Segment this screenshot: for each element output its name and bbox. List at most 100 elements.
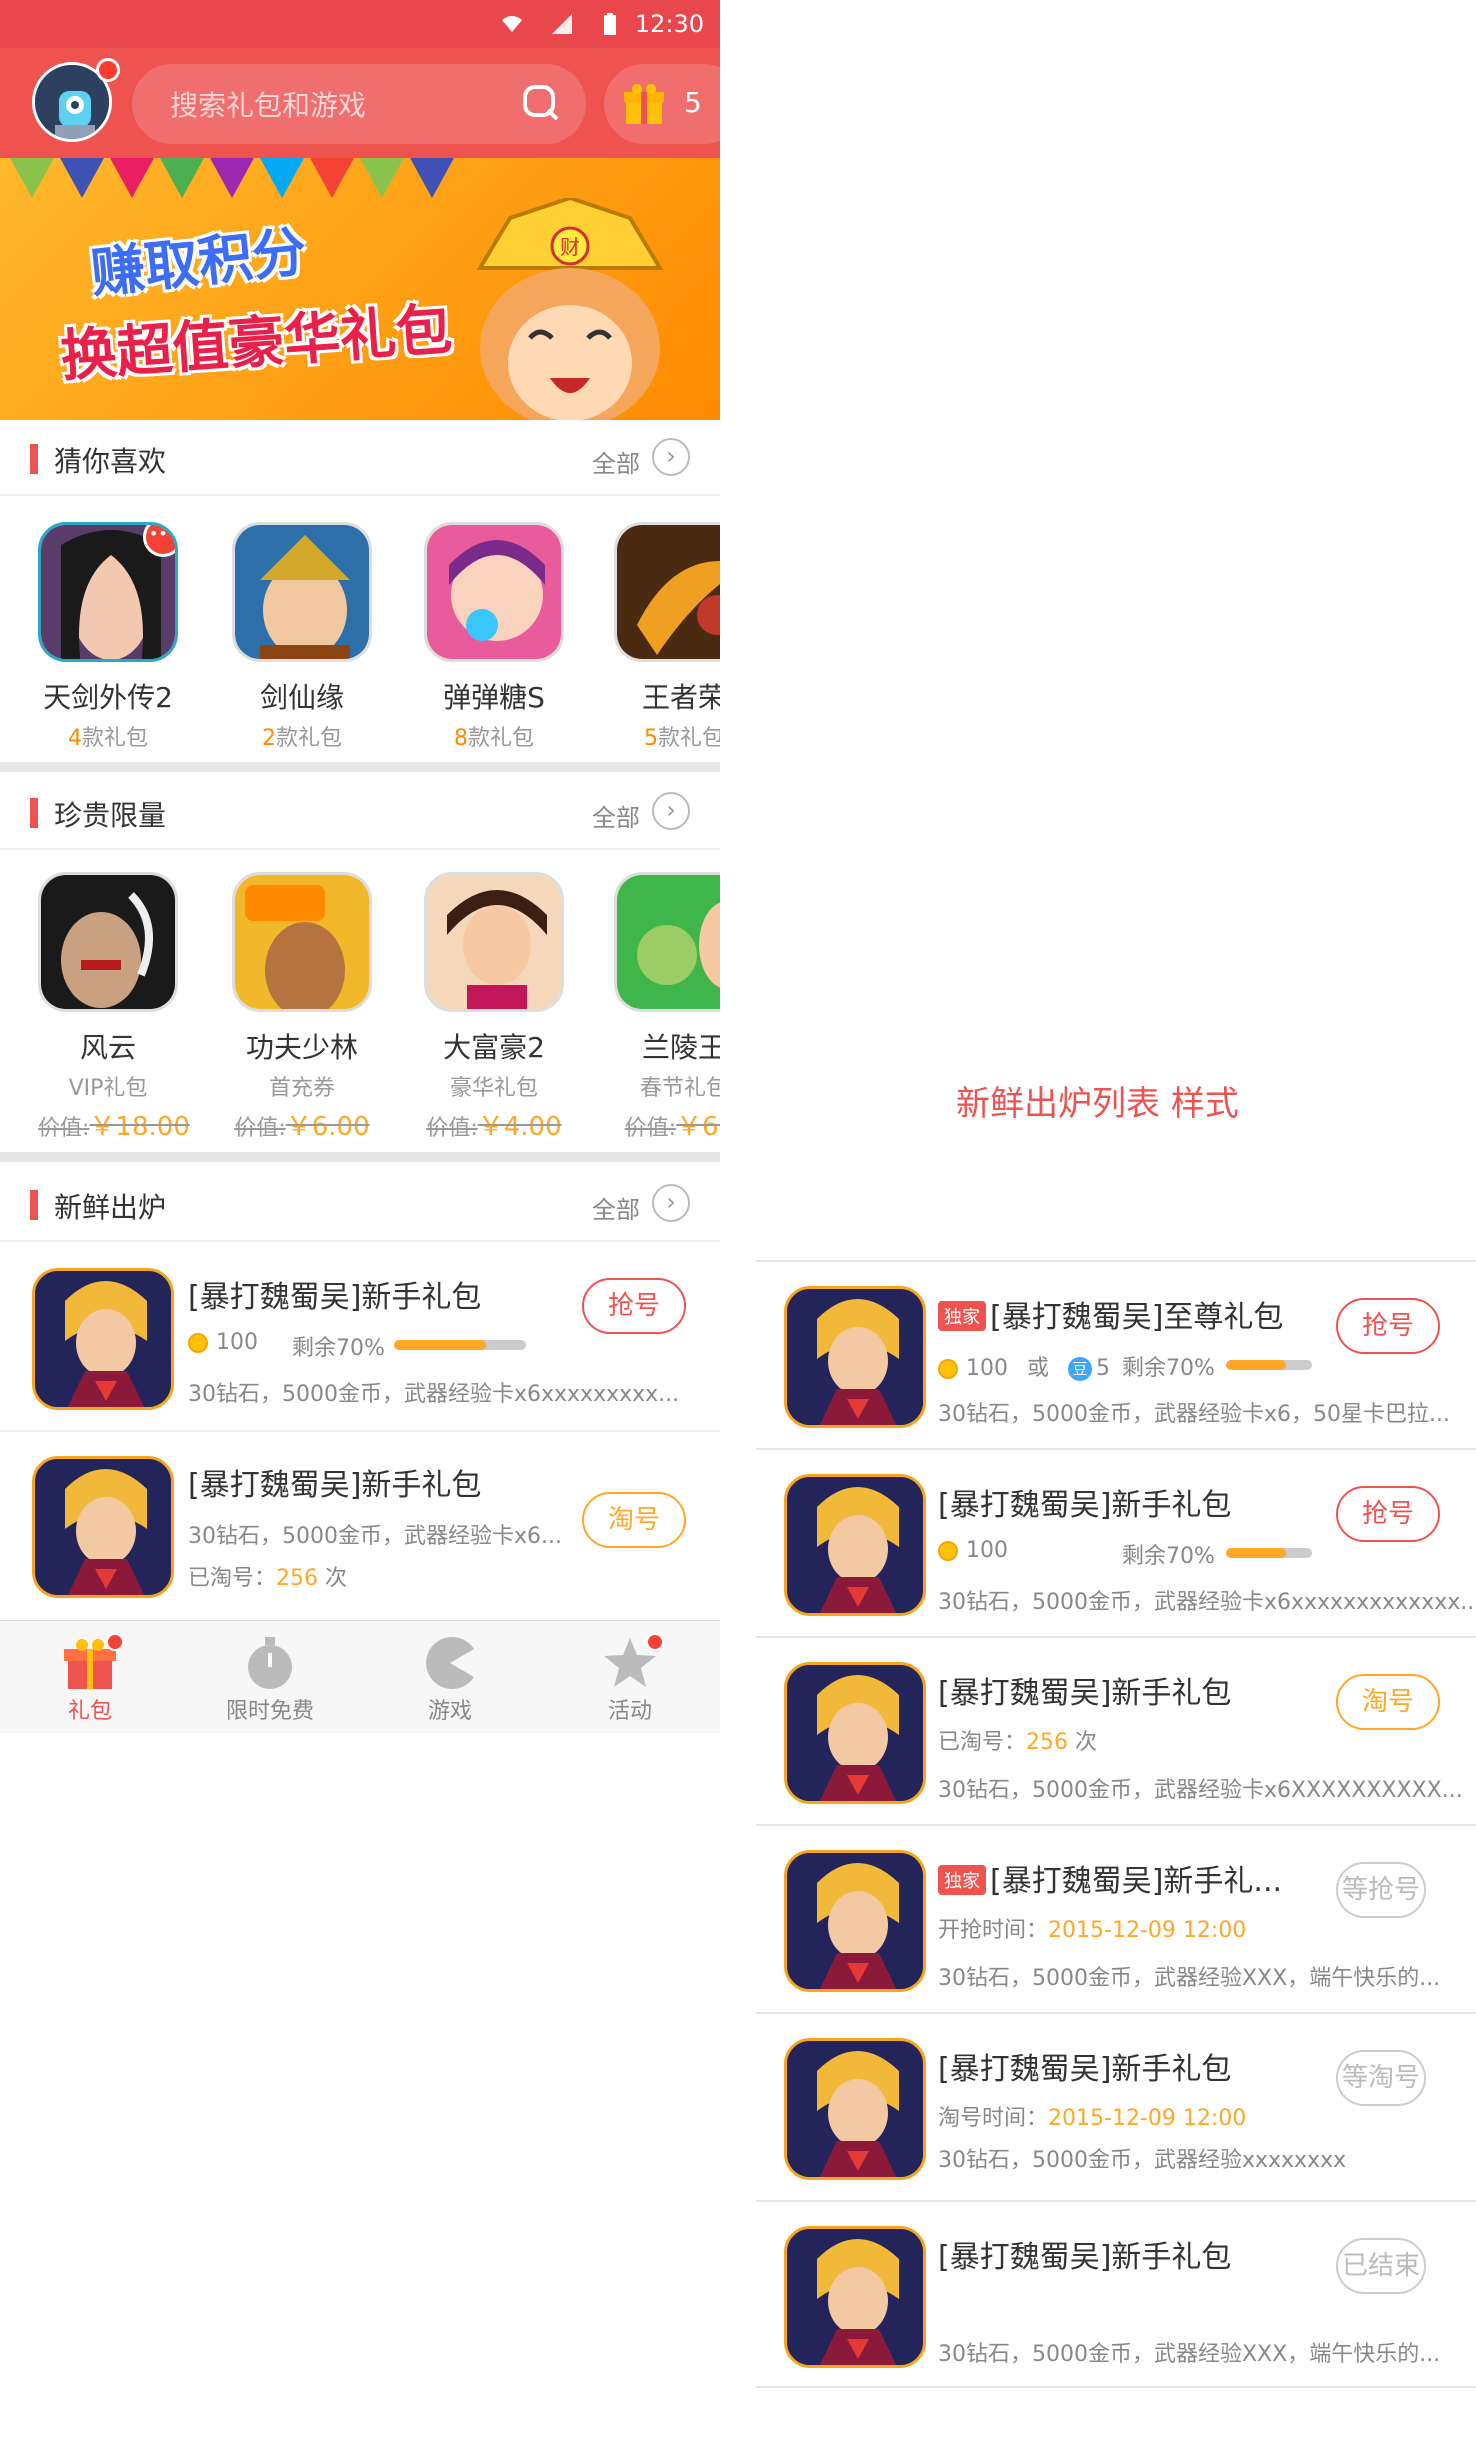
promo-banner[interactable]: 赚取积分 换超值豪华礼包 财 <box>0 158 720 420</box>
tab-gifts[interactable]: 礼包 <box>0 1621 180 1733</box>
chevron-right-icon[interactable]: › <box>652 1184 690 1222</box>
game-card[interactable]: 弹弹糖S 8款礼包 <box>424 522 564 752</box>
rare-gift-card[interactable]: 兰陵王 春节礼包 价值:￥6.0 <box>614 872 720 1143</box>
gift-description: 30钻石，5000金币，武器经验卡x6，50星卡巴拉... <box>938 1402 1450 1427</box>
game-name: 弹弹糖S <box>443 681 545 714</box>
gift-type: VIP礼包 <box>68 1076 148 1101</box>
coin-cost: 100 或 豆5 <box>938 1350 1110 1382</box>
rare-gift-card[interactable]: 风云 VIP礼包 价值:￥18.00 <box>38 872 190 1143</box>
status-bar: 12:30 <box>0 0 720 48</box>
rare-gift-card[interactable]: 功夫少林 首充券 价值:￥6.00 <box>232 872 372 1143</box>
bottom-tab-bar: 礼包 限时免费 游戏 活动 <box>0 1620 720 1733</box>
remain-text: 剩余70% <box>1122 1356 1215 1381</box>
game-icon <box>784 1286 926 1428</box>
gift-list-item[interactable]: [暴打魏蜀吴]新手礼包 淘号时间：2015-12-09 12:00 30钻石，5… <box>756 2012 1476 2200</box>
game-icon: ••• <box>38 522 178 662</box>
grab-code-button[interactable]: 抢号 <box>582 1278 686 1334</box>
bunting-flag <box>10 158 54 198</box>
gift-list-item[interactable]: [暴打魏蜀吴]新手礼包 30钻石，5000金币，武器经验卡x6... 已淘号：2… <box>0 1432 720 1620</box>
game-icon <box>232 872 372 1012</box>
bunting-flag <box>160 158 204 198</box>
gift-value: 价值:￥6.0 <box>624 1112 720 1142</box>
pacman-icon <box>422 1635 478 1691</box>
section-marker <box>30 1190 38 1220</box>
gift-list-item[interactable]: [暴打魏蜀吴]新手礼包 30钻石，5000金币，武器经验XXX，端午快乐的...… <box>756 2200 1476 2388</box>
tab-label: 活动 <box>607 1699 652 1724</box>
gift-count-text: 4款礼包 <box>67 726 148 751</box>
wait-grab-button[interactable]: 等抢号 <box>1336 1862 1426 1918</box>
spec-caption: 新鲜出炉列表 样式 <box>956 1084 1239 1124</box>
tab-label: 限时免费 <box>225 1699 314 1724</box>
banner-coin-char: 财 <box>560 235 580 259</box>
gift-title-row: 独家 [暴打魏蜀吴]至尊礼包 <box>938 1292 1283 1336</box>
see-all-link[interactable]: 全部 <box>592 798 640 833</box>
banner-headline: 赚取积分 <box>87 219 310 306</box>
top-header: 搜索礼包和游戏 5 <box>0 48 720 158</box>
section-title: 珍贵限量 <box>54 799 167 832</box>
remain-progress-fill <box>1226 1548 1287 1558</box>
rare-gift-card[interactable]: 大富豪2 豪华礼包 价值:￥4.00 <box>424 872 564 1143</box>
tab-label: 游戏 <box>427 1699 472 1724</box>
search-icon[interactable] <box>522 84 560 122</box>
gift-title-row: 独家 [暴打魏蜀吴]新手礼... <box>938 1856 1282 1900</box>
bunting-flag <box>210 158 254 198</box>
gift-counter-button[interactable]: 5 <box>604 64 720 144</box>
tao-time: 淘号时间：2015-12-09 12:00 <box>938 2106 1247 2131</box>
taoed-count: 已淘号：256 次 <box>188 1566 348 1591</box>
remain-progress-fill <box>394 1340 487 1350</box>
tao-code-button[interactable]: 淘号 <box>1336 1674 1440 1730</box>
signal-icon <box>552 14 572 34</box>
tab-events[interactable]: 活动 <box>540 1621 720 1733</box>
section-marker <box>30 798 38 828</box>
gift-title: [暴打魏蜀吴]新手礼包 <box>938 1488 1232 1523</box>
gift-title: [暴打魏蜀吴]新手礼包 <box>938 1676 1232 1711</box>
game-name: 王者荣 <box>641 681 720 714</box>
section-title: 猜你喜欢 <box>54 445 167 478</box>
see-all-link[interactable]: 全部 <box>592 1190 640 1225</box>
tao-code-button[interactable]: 淘号 <box>582 1492 686 1548</box>
remain-progress-bar <box>394 1340 526 1350</box>
avatar-notification-dot <box>96 58 120 82</box>
game-card[interactable]: 剑仙缘 2款礼包 <box>232 522 372 752</box>
game-card[interactable]: 王者荣 5款礼包 <box>614 522 720 752</box>
grab-code-button[interactable]: 抢号 <box>1336 1486 1440 1542</box>
bunting-flag <box>60 158 104 198</box>
gift-title: [暴打魏蜀吴]新手礼包 <box>938 2052 1232 2087</box>
gift-icon <box>62 1633 124 1691</box>
game-icon <box>32 1268 174 1410</box>
tab-free[interactable]: 限时免费 <box>180 1621 360 1733</box>
bunting-flag <box>110 158 154 198</box>
search-input[interactable]: 搜索礼包和游戏 <box>132 64 586 144</box>
grab-code-button[interactable]: 抢号 <box>1336 1298 1440 1354</box>
chevron-right-icon[interactable]: › <box>652 438 690 476</box>
gift-list-item[interactable]: 独家 [暴打魏蜀吴]至尊礼包 100 或 豆5 剩余70% 30钻石，5000金币… <box>756 1260 1476 1448</box>
gift-list-item[interactable]: [暴打魏蜀吴]新手礼包 100 剩余70% 30钻石，5000金币，武器经验卡x… <box>0 1244 720 1432</box>
star-icon <box>602 1633 664 1691</box>
gift-description: 30钻石，5000金币，武器经验卡x6... <box>188 1524 562 1549</box>
tab-label: 礼包 <box>67 1699 112 1724</box>
gift-value: 价值:￥6.00 <box>234 1112 370 1142</box>
wait-tao-button[interactable]: 等淘号 <box>1336 2050 1426 2106</box>
game-card[interactable]: ••• 天剑外传2 4款礼包 <box>38 522 178 752</box>
game-icon <box>784 1474 926 1616</box>
chevron-right-icon[interactable]: › <box>652 792 690 830</box>
gift-list-item[interactable]: [暴打魏蜀吴]新手礼包 已淘号：256 次 30钻石，5000金币，武器经验卡x… <box>756 1636 1476 1824</box>
gift-description: 30钻石，5000金币，武器经验XXX，端午快乐的... <box>938 2342 1441 2367</box>
gift-description: 30钻石，5000金币，武器经验xxxxxxxx <box>938 2148 1347 2173</box>
game-icon <box>32 1456 174 1598</box>
tab-games[interactable]: 游戏 <box>360 1621 540 1733</box>
coin-icon <box>938 1359 958 1379</box>
gift-count-text: 8款礼包 <box>453 726 534 751</box>
gift-type: 首充券 <box>268 1076 335 1101</box>
gift-list-item[interactable]: [暴打魏蜀吴]新手礼包 100 剩余70% 30钻石，5000金币，武器经验卡x… <box>756 1448 1476 1636</box>
gift-description: 30钻石，5000金币，武器经验卡x6xxxxxxxxxxxxx... <box>938 1590 1476 1615</box>
gift-value: 价值:￥18.00 <box>38 1112 190 1142</box>
notification-dot <box>106 1633 124 1651</box>
gift-count-text: 2款礼包 <box>261 726 342 751</box>
gift-title: [暴打魏蜀吴]新手礼包 <box>188 1468 482 1503</box>
gift-list-item[interactable]: 独家 [暴打魏蜀吴]新手礼... 开抢时间：2015-12-09 12:00 30… <box>756 1824 1476 2012</box>
game-icon <box>232 522 372 662</box>
see-all-link[interactable]: 全部 <box>592 444 640 479</box>
section-marker <box>30 444 38 474</box>
game-name: 风云 <box>79 1031 136 1064</box>
